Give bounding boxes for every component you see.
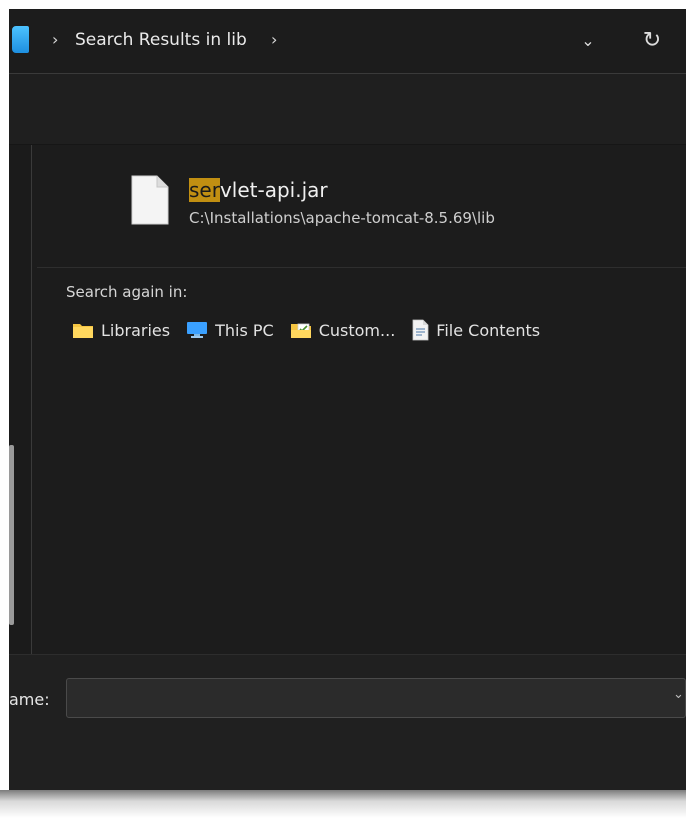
search-again-this-pc-label: This PC — [215, 320, 274, 340]
address-history-chevron-icon[interactable]: ⌄ — [575, 29, 601, 53]
folder-icon — [73, 324, 93, 338]
search-match-highlight: ser — [189, 178, 220, 202]
address-bar[interactable]: › Search Results in lib › ⌄ ↻ — [9, 9, 686, 74]
search-again-file-contents-label: File Contents — [436, 320, 541, 340]
search-again-libraries-label: Libraries — [101, 320, 171, 340]
dialog-footer: ame: ⌄ — [9, 654, 686, 799]
search-again-file-contents[interactable]: File Contents — [411, 319, 540, 341]
file-icon — [131, 175, 169, 225]
breadcrumb-search-results[interactable]: Search Results in lib — [75, 30, 247, 50]
breadcrumb-separator-icon[interactable]: › — [52, 31, 58, 49]
result-file-name-rest: vlet-api.jar — [219, 178, 328, 202]
file-name-label: ame: — [9, 690, 50, 709]
navigation-pane-scrollbar[interactable] — [9, 445, 14, 625]
search-again-label: Search again in: — [66, 283, 188, 301]
file-name-input[interactable] — [66, 678, 686, 718]
search-result-item[interactable]: servlet-api.jar C:\Installations\apache-… — [37, 145, 686, 268]
pc-icon — [187, 322, 208, 338]
search-again-custom[interactable]: Custom... — [290, 320, 396, 340]
navigation-pane[interactable] — [9, 145, 32, 654]
search-again-targets: Libraries This PC Custom... File Content… — [72, 315, 540, 345]
search-again-custom-label: Custom... — [318, 320, 396, 340]
file-dialog-window: › Search Results in lib › ⌄ ↻ servlet-ap… — [9, 9, 686, 799]
custom-folder-icon — [290, 323, 311, 338]
document-icon — [412, 319, 429, 341]
search-again-libraries[interactable]: Libraries — [72, 321, 170, 340]
search-results-pane: servlet-api.jar C:\Installations\apache-… — [37, 145, 686, 654]
file-name-dropdown-chevron-icon[interactable]: ⌄ — [673, 687, 684, 702]
search-again-this-pc[interactable]: This PC — [186, 321, 274, 340]
command-toolbar — [9, 74, 686, 145]
result-file-name[interactable]: servlet-api.jar — [189, 177, 328, 203]
search-location-icon — [12, 26, 29, 53]
refresh-icon[interactable]: ↻ — [637, 26, 667, 56]
breadcrumb-separator-icon[interactable]: › — [271, 31, 277, 49]
screen-bottom-edge — [0, 790, 686, 818]
result-file-path: C:\Installations\apache-tomcat-8.5.69\li… — [189, 209, 495, 227]
